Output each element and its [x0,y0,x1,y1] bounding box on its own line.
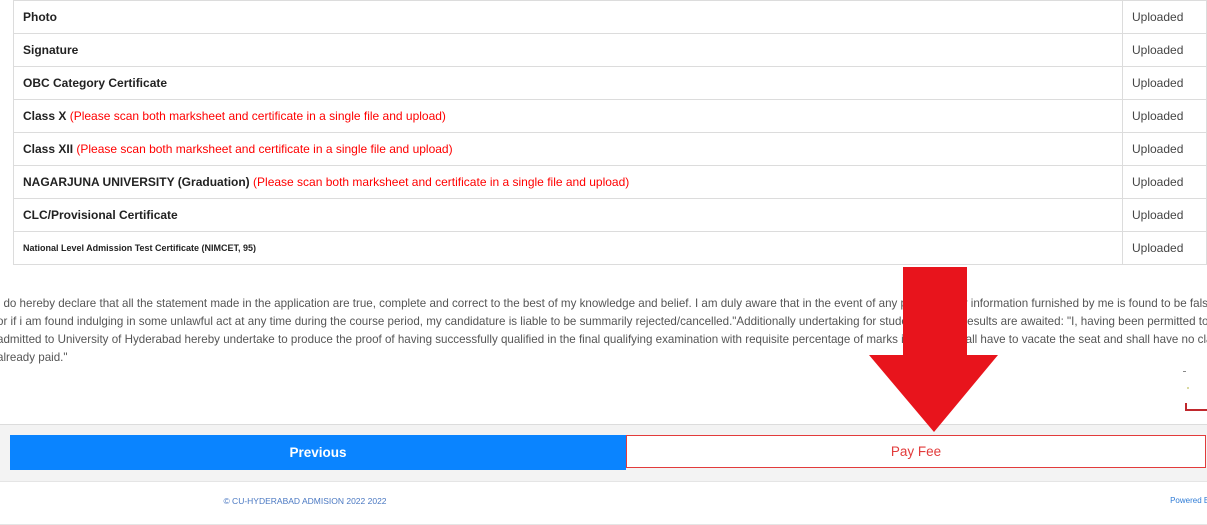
document-name: Photo [13,0,1123,34]
document-name: Signature [13,33,1123,67]
status-cell: Uploaded [1122,132,1207,166]
document-name: Class XII (Please scan both marksheet an… [13,132,1123,166]
declaration-text: I do hereby declare that all the stateme… [0,295,1207,367]
action-bar: Previous Pay Fee [0,424,1207,482]
edge-mark [1183,371,1186,372]
upload-instruction: (Please scan both marksheet and certific… [69,109,446,123]
table-row: National Level Admission Test Certificat… [13,231,1207,265]
document-title: Class X [23,109,67,123]
table-row: Class X (Please scan both marksheet and … [13,99,1207,133]
status-cell: Uploaded [1122,198,1207,232]
declaration-line: or if i am found indulging in some unlaw… [0,315,1207,328]
table-row: CLC/Provisional Certificate Uploaded [13,198,1207,232]
document-title: Class XII [23,142,74,156]
footer: © CU-HYDERABAD ADMISION 2022 2022 Powere… [0,481,1207,525]
document-title: NAGARJUNA UNIVERSITY (Graduation) [23,175,250,189]
table-row: NAGARJUNA UNIVERSITY (Graduation) (Pleas… [13,165,1207,199]
document-title: Photo [23,10,57,24]
status-cell: Uploaded [1122,66,1207,100]
document-title: CLC/Provisional Certificate [23,208,178,222]
document-title: OBC Category Certificate [23,76,168,90]
table-row: Signature Uploaded [13,33,1207,67]
upload-instruction: (Please scan both marksheet and certific… [253,175,630,189]
status-cell: Uploaded [1122,99,1207,133]
table-row: Class XII (Please scan both marksheet an… [13,132,1207,166]
copyright-text: © CU-HYDERABAD ADMISION 2022 2022 [223,496,387,506]
application-review-page: Photo Uploaded Signature Uploaded OBC Ca… [0,0,1207,525]
document-name: Class X (Please scan both marksheet and … [13,99,1123,133]
pay-fee-button[interactable]: Pay Fee [626,435,1206,468]
document-name: CLC/Provisional Certificate [13,198,1123,232]
status-cell: Uploaded [1122,231,1207,265]
status-cell: Uploaded [1122,0,1207,34]
table-row: Photo Uploaded [13,0,1207,34]
edge-mark [1187,387,1189,389]
edge-mark [1185,409,1207,411]
powered-by-link[interactable]: Powered By: P [1170,496,1207,505]
status-cell: Uploaded [1122,33,1207,67]
document-name: National Level Admission Test Certificat… [13,231,1123,265]
status-cell: Uploaded [1122,165,1207,199]
document-title: National Level Admission Test Certificat… [23,243,257,253]
previous-button[interactable]: Previous [10,435,626,470]
document-name: OBC Category Certificate [13,66,1123,100]
declaration-line: admitted to University of Hyderabad here… [0,333,1207,346]
upload-instruction: (Please scan both marksheet and certific… [76,142,453,156]
declaration-line: I do hereby declare that all the stateme… [0,297,1207,310]
document-name: NAGARJUNA UNIVERSITY (Graduation) (Pleas… [13,165,1123,199]
document-title: Signature [23,43,79,57]
table-row: OBC Category Certificate Uploaded [13,66,1207,100]
declaration-line: already paid." [0,351,68,364]
documents-table: Photo Uploaded Signature Uploaded OBC Ca… [13,0,1207,265]
